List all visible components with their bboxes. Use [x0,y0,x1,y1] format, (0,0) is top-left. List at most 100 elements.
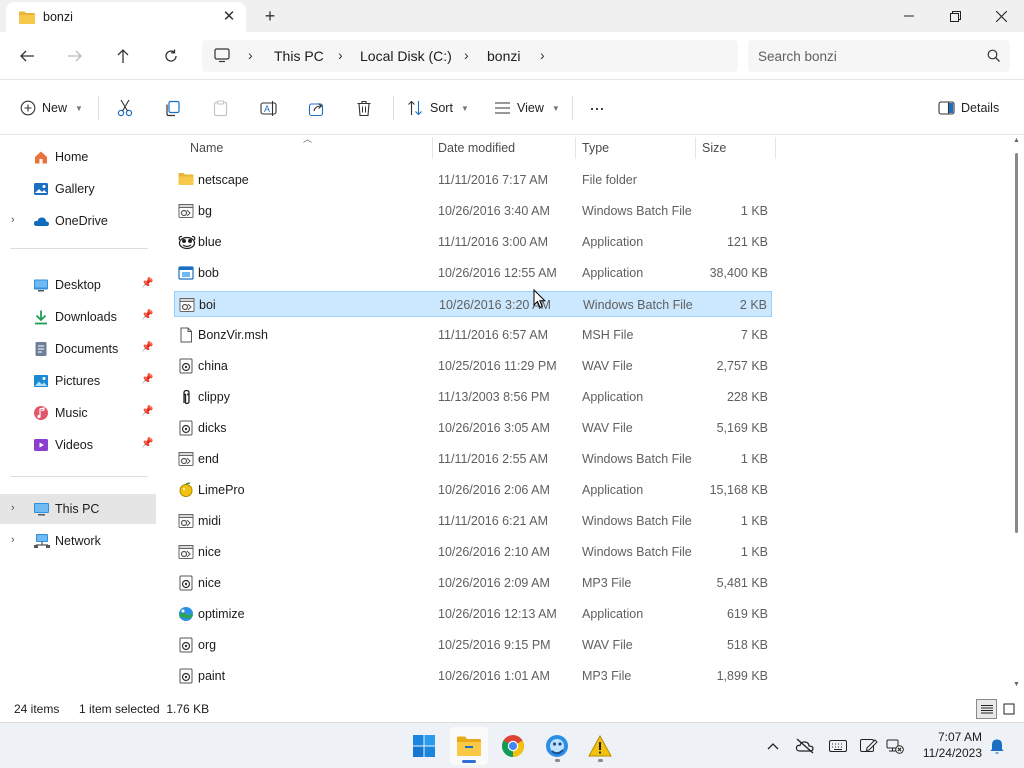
column-divider[interactable] [775,137,776,159]
column-header-size[interactable]: Size [702,135,726,159]
breadcrumb-this-pc[interactable]: This PC [274,48,324,64]
scroll-thumb[interactable] [1015,153,1018,533]
breadcrumb-bonzi[interactable]: bonzi [487,48,520,64]
search-box[interactable] [748,40,1010,72]
pin-icon[interactable]: 📌 [141,406,153,417]
minimize-button[interactable] [886,0,932,32]
clock-time[interactable]: 7:07 AM [920,730,982,744]
chevron-up-icon [767,743,779,750]
file-row[interactable]: bob 10/26/2016 12:55 AM Application 38,400 … [174,260,772,286]
sidebar-item-this-pc[interactable]: › This PC [0,494,156,524]
column-header-type[interactable]: Type [582,135,609,159]
file-row[interactable]: blue 11/11/2016 3:00 AM Application 121 KB [174,229,772,255]
close-icon [995,10,1007,22]
back-button[interactable] [13,42,41,70]
scroll-up-icon[interactable]: ▲ [1013,137,1020,144]
maximize-button[interactable] [932,0,978,32]
breadcrumb-separator[interactable]: › [248,47,253,63]
taskbar-bonzi-app[interactable] [538,727,576,765]
chevron-right-icon[interactable]: › [11,502,15,514]
file-row[interactable]: end 11/11/2016 2:55 AM Windows Batch File 1… [174,446,772,472]
file-row[interactable]: optimize 10/26/2016 12:13 AM Application 61… [174,601,772,627]
more-button[interactable]: ··· [589,94,605,122]
file-row[interactable]: org 10/25/2016 9:15 PM WAV File 518 KB [174,632,772,658]
search-icon[interactable] [987,49,1000,65]
vertical-scrollbar[interactable]: ▲ ▼ [1012,135,1022,695]
pin-icon[interactable]: 📌 [141,278,153,289]
details-button[interactable]: Details [938,94,999,122]
file-row[interactable]: BonzVir.msh 11/11/2016 6:57 AM MSH File 7 K… [174,322,772,348]
tray-keyboard[interactable] [827,735,849,757]
file-row[interactable]: bg 10/26/2016 3:40 AM Windows Batch File 1 … [174,198,772,224]
column-divider[interactable] [575,137,576,159]
share-button[interactable] [308,94,325,122]
paste-button[interactable] [212,94,229,122]
large-icons-view-button[interactable] [999,699,1019,719]
file-date-modified: 11/11/2016 7:17 AM [438,173,549,187]
address-bar[interactable]: › This PC › Local Disk (C:) › bonzi › [202,40,738,72]
pin-icon[interactable]: 📌 [141,374,153,385]
sidebar-item-home[interactable]: Home [0,142,156,172]
file-row[interactable]: paint 10/26/2016 1:01 AM MP3 File 1,899 KB [174,663,772,689]
pin-icon[interactable]: 📌 [141,310,153,321]
up-button[interactable] [109,42,137,70]
sidebar-item-pictures[interactable]: Pictures 📌 [0,366,156,396]
column-header-name[interactable]: Name [190,135,223,159]
new-button[interactable]: New ▼ [20,94,83,122]
file-row[interactable]: china 10/25/2016 11:29 PM WAV File 2,757 KB [174,353,772,379]
close-tab-icon[interactable]: ✕ [218,6,240,28]
file-row[interactable]: dicks 10/26/2016 3:05 AM WAV File 5,169 KB [174,415,772,441]
details-view-button[interactable] [976,699,997,719]
sidebar-item-documents[interactable]: Documents 📌 [0,334,156,364]
tab-bonzi[interactable]: bonzi ✕ [6,2,246,32]
breadcrumb-local-disk[interactable]: Local Disk (C:) [360,48,452,64]
scroll-down-icon[interactable]: ▼ [1013,681,1020,688]
chevron-right-icon[interactable]: › [11,534,15,546]
breadcrumb-separator[interactable]: › [464,47,469,63]
forward-button[interactable] [61,42,89,70]
sidebar-item-onedrive[interactable]: › OneDrive [0,206,156,236]
pin-icon[interactable]: 📌 [141,438,153,449]
start-button[interactable] [405,727,443,765]
view-button[interactable]: View ▼ [494,94,560,122]
notifications-button[interactable] [986,735,1008,757]
taskbar-chrome[interactable] [494,727,532,765]
sidebar-item-videos[interactable]: Videos 📌 [0,430,156,460]
file-row[interactable]: LimePro 10/26/2016 2:06 AM Application 15,1… [174,477,772,503]
tray-pen[interactable] [858,735,880,757]
new-tab-button[interactable]: + [258,4,282,28]
file-row[interactable]: clippy 11/13/2003 8:56 PM Application 228 K… [174,384,772,410]
pin-icon[interactable]: 📌 [141,342,153,353]
delete-button[interactable] [356,94,372,122]
sidebar-item-network[interactable]: › Network [0,526,156,556]
file-row[interactable]: nice 10/26/2016 2:09 AM MP3 File 5,481 KB [174,570,772,596]
tray-no-sync[interactable] [794,735,816,757]
show-hidden-icons-button[interactable] [762,735,784,757]
taskbar-file-explorer[interactable] [450,727,488,765]
column-divider[interactable] [432,137,433,159]
column-header-date[interactable]: Date modified [438,135,515,159]
cut-button[interactable] [116,94,134,122]
sidebar-item-music[interactable]: Music 📌 [0,398,156,428]
file-row[interactable]: nice 10/26/2016 2:10 AM Windows Batch File… [174,539,772,565]
sort-button[interactable]: Sort ▼ [407,94,469,122]
sidebar-item-desktop[interactable]: Desktop 📌 [0,270,156,300]
sidebar-item-downloads[interactable]: Downloads 📌 [0,302,156,332]
tray-network[interactable] [884,735,906,757]
chevron-right-icon[interactable]: › [11,214,15,226]
clock-date[interactable]: 11/24/2023 [910,746,982,760]
file-row[interactable]: netscape 11/11/2016 7:17 AM File folder [174,167,772,193]
breadcrumb-separator[interactable]: › [338,47,343,63]
file-row[interactable]: boi 10/26/2016 3:20 AM Windows Batch File 2… [174,291,772,317]
close-window-button[interactable] [978,0,1024,32]
breadcrumb-separator[interactable]: › [540,47,545,63]
rename-button[interactable]: A [260,94,278,122]
copy-button[interactable] [164,94,181,122]
column-divider[interactable] [695,137,696,159]
sidebar-item-gallery[interactable]: Gallery [0,174,156,204]
search-input[interactable] [758,44,978,68]
refresh-button[interactable] [157,42,185,70]
taskbar-warning-app[interactable] [581,727,619,765]
file-size: 5,481 KB [716,576,768,590]
file-row[interactable]: midi 11/11/2016 6:21 AM Windows Batch File… [174,508,772,534]
